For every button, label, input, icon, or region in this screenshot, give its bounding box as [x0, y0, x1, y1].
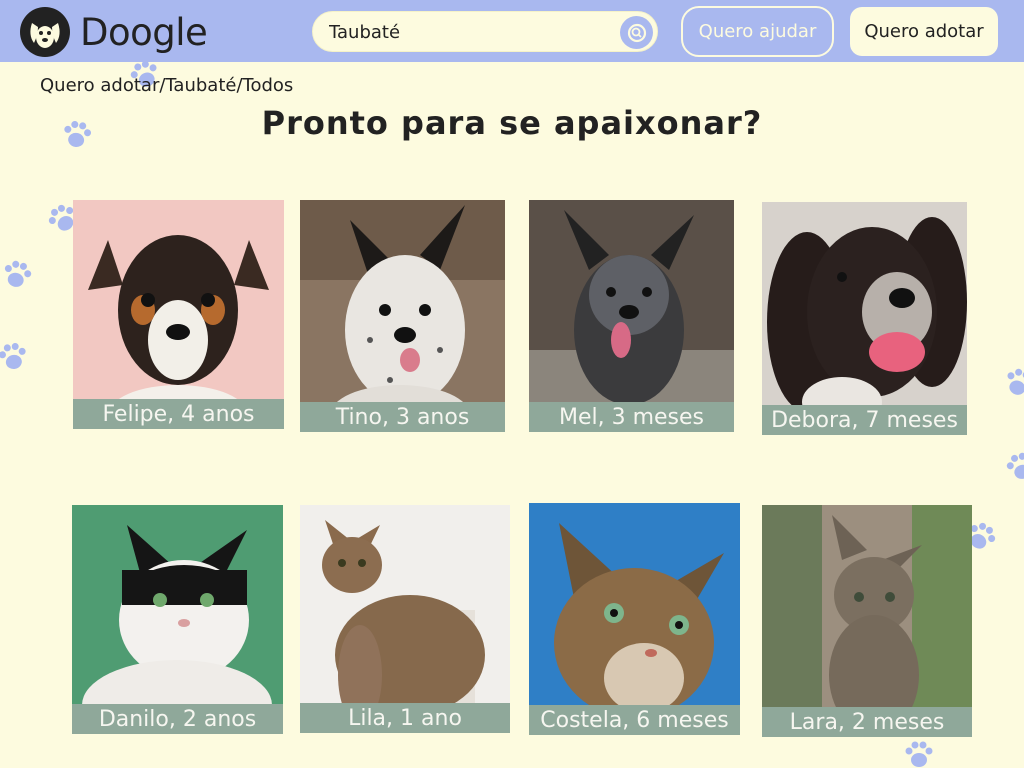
- pet-name-label: Tino, 3 anos: [300, 402, 505, 432]
- pet-name-label: Mel, 3 meses: [529, 402, 734, 432]
- cat-photo: [72, 505, 283, 734]
- pet-name-label: Lila, 1 ano: [300, 703, 510, 733]
- paw-print-icon: [0, 342, 26, 369]
- dog-photo: [73, 200, 284, 429]
- pet-name-label: Lara, 2 meses: [762, 707, 972, 737]
- search-icon: [627, 23, 646, 42]
- pet-name-label: Costela, 6 meses: [529, 705, 740, 735]
- paw-print-icon: [1007, 368, 1024, 395]
- dog-logo-icon: [20, 7, 70, 57]
- pet-card[interactable]: Danilo, 2 anos: [72, 505, 283, 734]
- pet-name-label: Felipe, 4 anos: [73, 399, 284, 429]
- cat-photo: [762, 505, 972, 737]
- pet-card[interactable]: Mel, 3 meses: [529, 200, 734, 432]
- pet-card[interactable]: Debora, 7 meses: [762, 202, 967, 435]
- cat-photo: [300, 505, 510, 733]
- page-title: Pronto para se apaixonar?: [261, 104, 763, 142]
- paw-print-icon: [905, 741, 933, 767]
- adopt-button[interactable]: Quero adotar: [850, 7, 998, 56]
- cat-photo: [529, 503, 740, 735]
- pet-card[interactable]: Costela, 6 meses: [529, 503, 740, 735]
- search-button[interactable]: [620, 16, 653, 49]
- help-button[interactable]: Quero ajudar: [681, 6, 834, 57]
- pet-card[interactable]: Lara, 2 meses: [762, 505, 972, 737]
- pet-name-label: Debora, 7 meses: [762, 405, 967, 435]
- pet-card[interactable]: Felipe, 4 anos: [73, 200, 284, 429]
- pet-card[interactable]: Tino, 3 anos: [300, 200, 505, 432]
- search-input[interactable]: [329, 12, 619, 53]
- logo-text: Doogle: [80, 10, 208, 54]
- logo[interactable]: Doogle: [18, 5, 208, 59]
- pet-card[interactable]: Lila, 1 ano: [300, 505, 510, 733]
- top-navbar: Doogle Quero ajudar Quero adotar: [0, 0, 1024, 62]
- dog-photo: [762, 202, 967, 435]
- dog-photo: [529, 200, 734, 432]
- search-bar: [312, 11, 658, 53]
- dog-photo: [300, 200, 505, 432]
- paw-print-icon: [1006, 452, 1024, 479]
- paw-print-icon: [4, 260, 32, 287]
- breadcrumb[interactable]: Quero adotar/Taubaté/Todos: [40, 75, 293, 96]
- pet-name-label: Danilo, 2 anos: [72, 704, 283, 734]
